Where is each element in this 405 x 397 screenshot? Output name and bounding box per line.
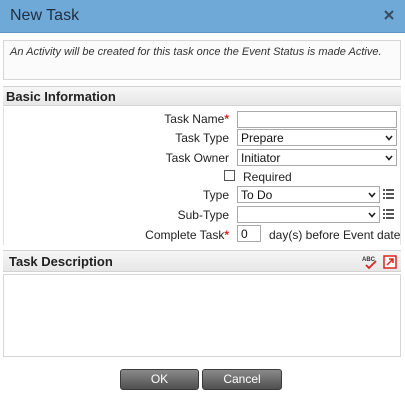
- task-name-label: Task Name*: [164, 112, 229, 126]
- list-icon[interactable]: [383, 188, 394, 200]
- task-type-select[interactable]: Prepare: [237, 129, 397, 146]
- type-label: Type: [202, 188, 229, 202]
- sub-type-label: Sub-Type: [177, 208, 229, 222]
- basic-information-header: Basic Information: [3, 86, 401, 106]
- task-owner-select[interactable]: Initiator: [237, 149, 397, 166]
- type-value: To Do: [241, 188, 273, 202]
- task-owner-value: Initiator: [241, 151, 281, 165]
- chevron-down-icon: [368, 192, 376, 198]
- chevron-down-icon: [368, 212, 376, 218]
- cancel-button[interactable]: Cancel: [202, 369, 282, 390]
- chevron-down-icon: [385, 155, 393, 161]
- type-select[interactable]: To Do: [237, 186, 380, 203]
- close-icon[interactable]: [383, 9, 395, 21]
- task-owner-label: Task Owner: [165, 151, 229, 165]
- task-description-header: Task Description: [3, 250, 401, 272]
- sub-type-select[interactable]: [237, 206, 380, 223]
- spellcheck-icon[interactable]: ABC: [362, 255, 378, 270]
- complete-task-suffix: day(s) before Event date: [269, 228, 401, 242]
- chevron-down-icon: [385, 135, 393, 141]
- dialog-titlebar: New Task: [0, 0, 405, 33]
- list-icon[interactable]: [383, 208, 394, 220]
- required-label: Required: [243, 170, 292, 184]
- complete-task-days-input[interactable]: [237, 225, 261, 242]
- svg-text:ABC: ABC: [362, 257, 376, 263]
- dialog-title: New Task: [10, 7, 80, 24]
- task-type-label: Task Type: [175, 131, 229, 145]
- expand-icon[interactable]: [383, 255, 397, 269]
- required-checkbox[interactable]: [224, 170, 235, 181]
- info-message: An Activity will be created for this tas…: [3, 40, 401, 80]
- task-name-input[interactable]: [237, 111, 397, 128]
- ok-button[interactable]: OK: [120, 369, 199, 390]
- task-type-value: Prepare: [241, 131, 284, 145]
- task-description-textarea[interactable]: [3, 274, 401, 357]
- complete-task-label: Complete Task*: [145, 228, 229, 242]
